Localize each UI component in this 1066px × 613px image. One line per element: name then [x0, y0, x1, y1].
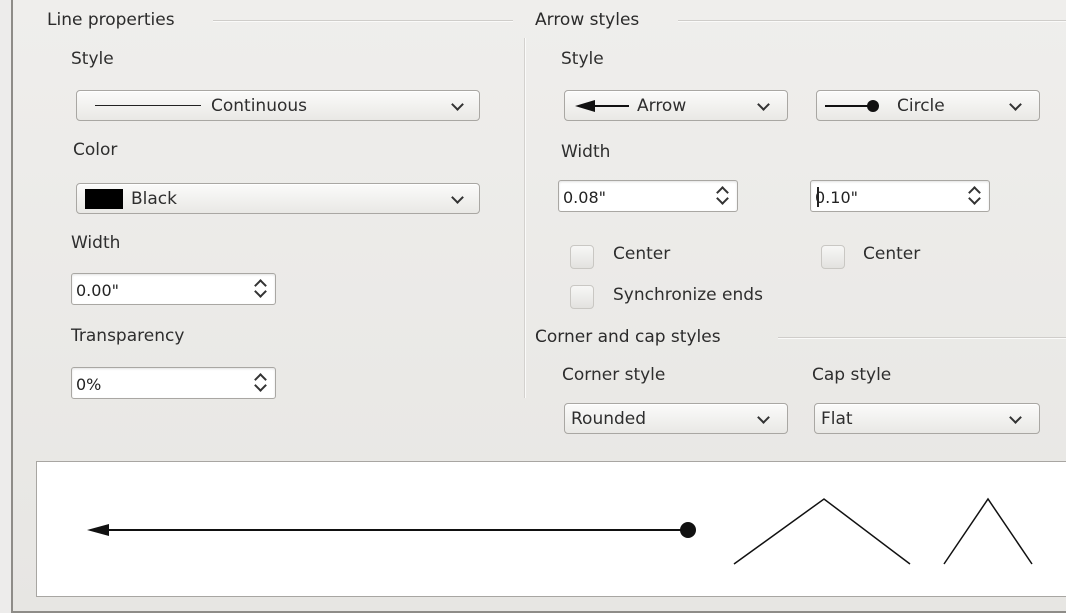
preview-corner-wide: [733, 498, 911, 565]
start-arrow-width-spinbox[interactable]: 0.08": [558, 180, 738, 212]
preview-corner-narrow: [943, 497, 1033, 565]
circle-end-icon: [825, 100, 879, 112]
transparency-value: 0%: [76, 375, 102, 394]
cap-style-label: Cap style: [812, 365, 892, 385]
end-arrow-dropdown[interactable]: Circle: [816, 90, 1040, 121]
center-end-label: Center: [863, 244, 921, 264]
line-style-label-text: Style: [71, 49, 114, 69]
end-arrow-value: Circle: [897, 96, 945, 116]
chevron-down-icon: [757, 98, 770, 111]
start-arrow-width-value: 0.08": [563, 188, 606, 207]
line-properties-separator: [213, 20, 513, 22]
line-color-value: Black: [131, 189, 177, 209]
arrow-styles-title: Arrow styles: [535, 10, 640, 30]
synchronize-ends-label: Synchronize ends: [613, 285, 763, 305]
line-style-preview-icon: [95, 105, 201, 106]
cap-style-dropdown[interactable]: Flat: [814, 403, 1040, 434]
arrow-styles-separator: [678, 20, 1066, 22]
arrow-style-label: Style: [561, 49, 604, 69]
transparency-label: Transparency: [71, 326, 185, 346]
line-style-dropdown[interactable]: Continuous: [76, 90, 480, 121]
line-style-value: Continuous: [211, 96, 308, 116]
spin-arrows-icon[interactable]: [715, 185, 729, 207]
spin-arrows-icon[interactable]: [967, 185, 981, 207]
center-start-label: Center: [613, 244, 671, 264]
arrow-start-icon: [575, 100, 629, 112]
text-cursor: [817, 187, 819, 207]
chevron-down-icon: [757, 411, 770, 424]
line-color-label: Color: [73, 140, 118, 160]
cap-style-value: Flat: [821, 409, 853, 429]
transparency-spinbox[interactable]: 0%: [71, 367, 276, 399]
corner-style-value: Rounded: [571, 409, 647, 429]
line-color-dropdown[interactable]: Black: [76, 183, 480, 214]
color-swatch-icon: [85, 189, 123, 209]
start-arrow-dropdown[interactable]: Arrow: [564, 90, 788, 121]
chevron-down-icon: [451, 191, 464, 204]
line-width-label: Width: [71, 233, 121, 253]
spin-arrows-icon[interactable]: [253, 278, 267, 300]
chevron-down-icon: [1009, 98, 1022, 111]
line-properties-title: Line properties: [47, 10, 175, 30]
preview-line-with-arrows: [87, 522, 696, 538]
chevron-down-icon: [1009, 411, 1022, 424]
end-arrow-width-value: 0.10": [815, 188, 858, 207]
column-divider: [524, 38, 526, 398]
corner-style-label: Corner style: [562, 365, 666, 385]
corner-cap-separator: [778, 337, 1066, 339]
line-preview-panel: [36, 461, 1066, 597]
end-arrow-width-spinbox[interactable]: 0.10": [810, 180, 990, 212]
line-preview-drawing: [87, 497, 1033, 565]
center-start-checkbox[interactable]: [570, 245, 594, 269]
corner-cap-title: Corner and cap styles: [535, 327, 721, 347]
synchronize-ends-checkbox[interactable]: [570, 285, 594, 309]
line-width-value: 0.00": [76, 281, 119, 300]
corner-style-dropdown[interactable]: Rounded: [564, 403, 788, 434]
line-style-label: Style: [71, 49, 114, 69]
spin-arrows-icon[interactable]: [253, 372, 267, 394]
chevron-down-icon: [451, 98, 464, 111]
start-arrow-value: Arrow: [637, 96, 687, 116]
center-end-checkbox[interactable]: [821, 245, 845, 269]
line-width-spinbox[interactable]: 0.00": [71, 273, 276, 305]
arrow-width-label: Width: [561, 142, 611, 162]
